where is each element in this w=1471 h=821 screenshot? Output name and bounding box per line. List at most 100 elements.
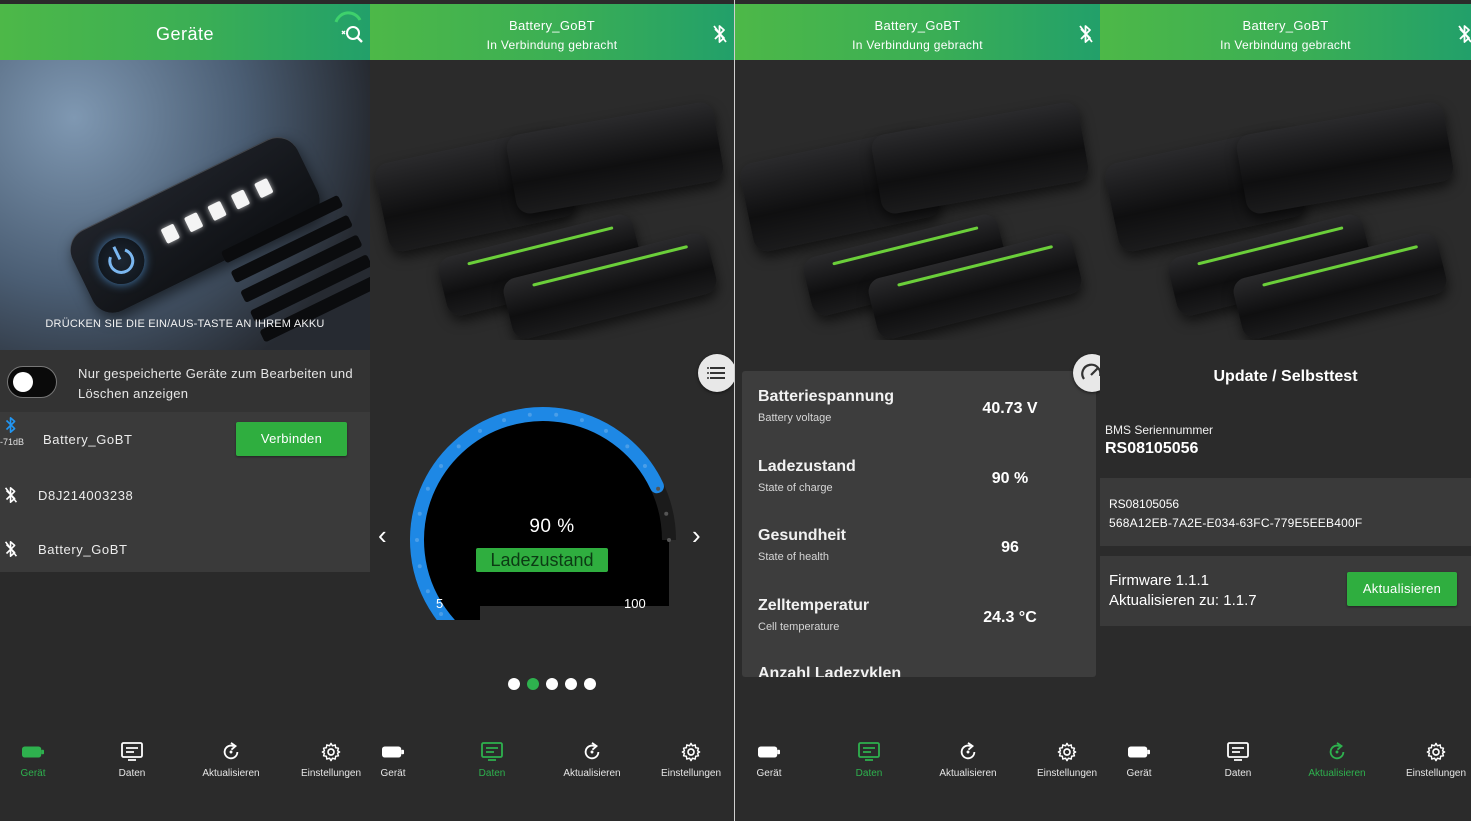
connection-status: In Verbindung gebracht xyxy=(486,38,618,52)
gauge-tick xyxy=(502,418,507,423)
signal-strength: -71dB xyxy=(0,437,25,447)
tab-device[interactable]: Gerät xyxy=(0,742,78,779)
led-icon xyxy=(160,223,181,244)
connect-button[interactable]: Verbinden xyxy=(236,422,347,456)
gauge-tick xyxy=(656,486,661,491)
tab-data[interactable]: Daten xyxy=(87,742,177,779)
tab-settings[interactable]: Einstellungen xyxy=(1391,742,1471,779)
gauge-tick xyxy=(625,444,630,449)
led-icon xyxy=(207,200,227,222)
battery-icon xyxy=(758,742,780,762)
gauge-tick xyxy=(417,564,422,569)
gear-icon xyxy=(1425,742,1447,762)
gauge-tick xyxy=(478,428,482,433)
data-icon xyxy=(121,742,143,762)
tab-settings[interactable]: Einstellungen xyxy=(1022,742,1100,779)
battery-icon xyxy=(1128,742,1150,762)
battery-data-card: Batteriespannung Battery voltage 40.73 V… xyxy=(742,371,1096,677)
device-title: Battery_GoBT xyxy=(509,18,595,33)
led-icon xyxy=(253,177,274,199)
refresh-icon xyxy=(581,742,603,762)
connection-status: In Verbindung gebracht xyxy=(1220,38,1351,52)
top-bar: Geräte xyxy=(0,4,370,60)
gauge-max-label: 100 xyxy=(624,596,646,611)
page-dot[interactable] xyxy=(565,678,577,690)
bottom-nav: Gerät Daten Aktualisieren Einstellungen xyxy=(370,730,734,821)
data-row-voltage: Batteriespannung Battery voltage 40.73 V xyxy=(758,388,1038,424)
page-indicator xyxy=(370,677,734,695)
tab-settings[interactable]: Einstellungen xyxy=(286,742,370,779)
gauge-tick xyxy=(642,463,647,468)
tab-data[interactable]: Daten xyxy=(1193,742,1283,779)
tab-update[interactable]: Aktualisieren xyxy=(1292,742,1382,779)
section-title: Update / Selbsttest xyxy=(1213,368,1358,385)
page-title: Geräte xyxy=(155,24,215,44)
gauge-tick xyxy=(415,538,419,542)
bms-serial-label: BMS Seriennummer xyxy=(1105,423,1214,437)
page-dot[interactable] xyxy=(546,678,558,690)
data-row-cycles: Anzahl Ladezyklen xyxy=(758,665,902,677)
bluetooth-icon xyxy=(4,416,18,434)
device-name: Battery_GoBT xyxy=(43,432,133,447)
hero-caption: DRÜCKEN SIE DIE EIN/AUS-TASTE AN IHREM A… xyxy=(45,318,325,330)
bottom-nav: Gerät Daten Aktualisieren Einstellungen xyxy=(735,730,1100,821)
device-name: Battery_GoBT xyxy=(38,542,128,557)
data-row-charge: Ladezustand State of charge 90 % xyxy=(758,458,1029,494)
gauge-label: Ladezustand xyxy=(476,548,608,572)
bottom-nav: Gerät Daten Aktualisieren Einstellungen xyxy=(1100,730,1471,821)
top-bar: Battery_GoBT In Verbindung gebracht xyxy=(735,4,1100,60)
gauge-view-button[interactable] xyxy=(1073,354,1100,392)
device-uuid: 568A12EB-7A2E-E034-63FC-779E5EEB400F xyxy=(1109,516,1363,530)
list-item[interactable]: Battery_GoBT xyxy=(0,520,370,574)
devices-screen: Geräte DRÜCKEN SIE DIE EIN/AUS-TASTE AN … xyxy=(0,0,370,821)
serial-card: RS08105056 568A12EB-7A2E-E034-63FC-779E5… xyxy=(1100,478,1471,546)
tab-device[interactable]: Gerät xyxy=(1100,742,1184,779)
data-icon xyxy=(1227,742,1249,762)
firmware-card: Firmware 1.1.1 Aktualisieren zu: 1.1.7 A… xyxy=(1100,556,1471,626)
tab-device[interactable]: Gerät xyxy=(370,742,438,779)
list-item[interactable]: D8J214003238 xyxy=(0,466,370,520)
device-name: D8J214003238 xyxy=(38,488,134,503)
gauge-tick xyxy=(456,444,461,449)
battery-icon xyxy=(382,742,404,762)
data-row-temperature: Zelltemperatur Cell temperature 24.3 °C xyxy=(758,597,1037,633)
battery-product-image xyxy=(735,60,1100,340)
tab-update[interactable]: Aktualisieren xyxy=(547,742,637,779)
bluetooth-off-icon xyxy=(4,486,18,504)
data-icon xyxy=(858,742,880,762)
tab-data[interactable]: Daten xyxy=(447,742,537,779)
gauge-tick xyxy=(554,412,559,417)
page-dot[interactable] xyxy=(508,678,520,690)
tab-update[interactable]: Aktualisieren xyxy=(923,742,1013,779)
gear-icon xyxy=(320,742,342,762)
led-icon xyxy=(230,189,251,210)
top-bar: Battery_GoBT In Verbindung gebracht xyxy=(370,4,734,60)
tab-data[interactable]: Daten xyxy=(824,742,914,779)
page-dot[interactable] xyxy=(584,678,596,690)
gauge-tick xyxy=(439,612,444,617)
page-dot[interactable] xyxy=(527,678,539,690)
saved-devices-toggle[interactable] xyxy=(7,366,57,398)
data-screen: Battery_GoBT In Verbindung gebracht Batt… xyxy=(735,0,1100,821)
tab-device[interactable]: Gerät xyxy=(735,742,814,779)
tab-settings[interactable]: Einstellungen xyxy=(646,742,734,779)
bms-serial-value: RS08105056 xyxy=(1105,440,1199,457)
battery-product-image xyxy=(370,60,734,340)
gauge-tick xyxy=(425,486,430,491)
gauge-tick xyxy=(425,589,430,594)
bottom-nav: Gerät Daten Aktualisieren Einstellungen xyxy=(0,730,370,821)
update-button[interactable]: Aktualisieren xyxy=(1347,572,1457,606)
tab-update[interactable]: Aktualisieren xyxy=(186,742,276,779)
gauge-tick xyxy=(604,428,608,433)
bluetooth-off-icon[interactable] xyxy=(1078,24,1094,44)
refresh-icon xyxy=(957,742,979,762)
bluetooth-off-icon[interactable] xyxy=(1457,24,1471,44)
gauge-tick xyxy=(527,412,532,417)
gauge-screen: Battery_GoBT In Verbindung gebracht ‹ › … xyxy=(370,0,734,821)
bluetooth-off-icon[interactable] xyxy=(712,24,728,44)
gauge-tick xyxy=(579,418,584,423)
search-refresh-icon[interactable] xyxy=(330,10,366,46)
led-icon xyxy=(183,212,204,233)
refresh-icon xyxy=(220,742,242,762)
list-item[interactable]: -71dB Battery_GoBT Verbinden xyxy=(0,412,370,466)
